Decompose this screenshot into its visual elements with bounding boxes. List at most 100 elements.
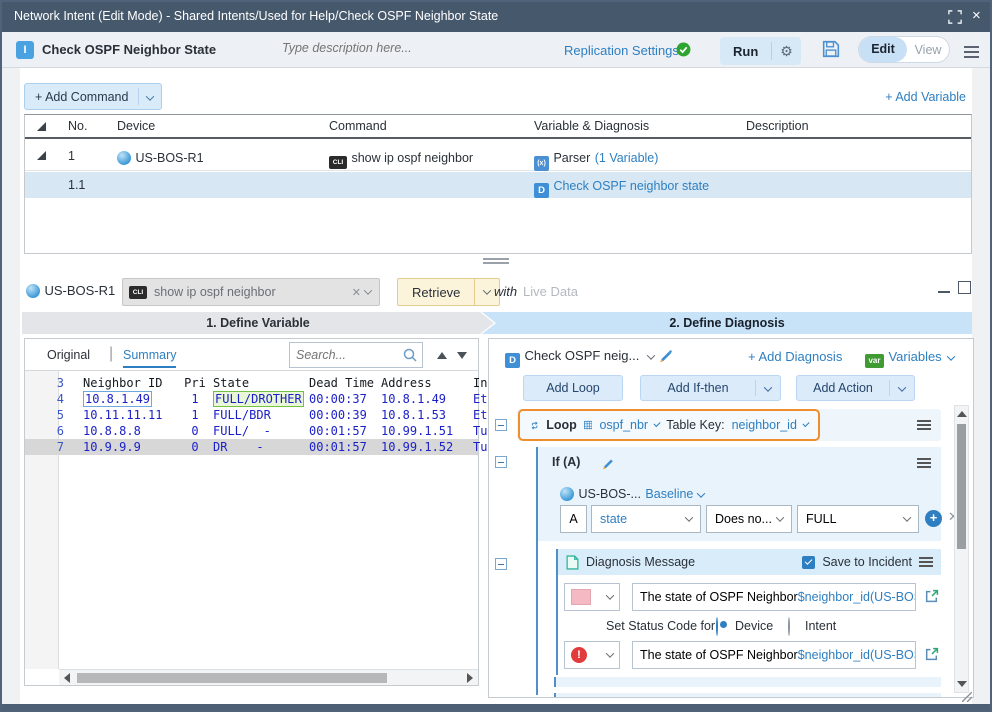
add-diagnosis-link[interactable]: + Add Diagnosis xyxy=(748,349,842,364)
highlighted-state-value[interactable]: FULL/DROTHER xyxy=(213,391,304,407)
add-action-button[interactable]: Add Action xyxy=(796,375,915,401)
diagnosis-icon: D xyxy=(534,183,549,198)
run-button[interactable]: Run xyxy=(720,44,771,59)
scroll-down-icon[interactable] xyxy=(957,681,967,687)
table-row[interactable]: 1 US-BOS-R1 CLI show ip ospf neighbor (x… xyxy=(25,141,971,171)
edit-diagnosis-pencil-icon[interactable] xyxy=(657,348,672,363)
table-key-select[interactable]: neighbor_id xyxy=(732,418,797,432)
vertical-scrollbar[interactable] xyxy=(954,405,969,693)
if-menu-icon[interactable] xyxy=(917,456,931,470)
baseline-select[interactable]: Baseline xyxy=(645,487,693,501)
tab-summary[interactable]: Summary xyxy=(123,348,176,368)
status-message-input[interactable]: The state of OSPF Neighbor $neighbor_id(… xyxy=(632,641,916,669)
save-to-incident-label: Save to Incident xyxy=(822,555,912,569)
col-description: Description xyxy=(746,119,809,133)
close-icon[interactable]: × xyxy=(972,7,981,24)
table-key-chevron-icon[interactable] xyxy=(802,420,809,427)
add-if-then-chevron-icon[interactable] xyxy=(756,381,780,395)
collapse-all-icon[interactable] xyxy=(37,122,46,131)
diagnosis-message-block: Diagnosis Message Save to Incident The s… xyxy=(556,549,941,675)
restore-section-icon[interactable] xyxy=(958,281,971,294)
condition-operator-select[interactable]: Does no... xyxy=(706,505,792,533)
save-to-incident-checkbox[interactable] xyxy=(802,556,815,569)
diagnosis-link[interactable]: Check OSPF neighbor state xyxy=(553,179,709,193)
scrollbar-thumb[interactable] xyxy=(957,424,966,549)
status-code-select[interactable]: ! xyxy=(564,641,620,669)
intent-radio[interactable] xyxy=(788,617,790,636)
horizontal-scrollbar[interactable] xyxy=(59,669,478,685)
col-device: Device xyxy=(117,119,155,133)
loop-table-select[interactable]: ospf_nbr xyxy=(599,418,648,432)
scroll-left-icon[interactable] xyxy=(64,673,70,683)
output-line[interactable]: 5 10.11.11.11 1 FULL/BDR 00:00:39 10.8.1… xyxy=(25,407,478,423)
device-icon xyxy=(117,151,131,165)
condition-value-select[interactable]: FULL xyxy=(797,505,919,533)
collapse-if-icon[interactable] xyxy=(495,456,507,468)
search-icon[interactable] xyxy=(402,347,418,363)
retrieve-button[interactable]: Retrieve xyxy=(398,285,474,300)
save-icon[interactable] xyxy=(822,40,840,58)
variables-menu[interactable]: Variables xyxy=(888,349,941,364)
message-input[interactable]: The state of OSPF Neighbor $neighbor_id(… xyxy=(632,583,916,611)
table-row-selected[interactable]: 1.1 D Check OSPF neighbor state xyxy=(25,172,971,198)
splitter-handle[interactable] xyxy=(483,258,509,264)
row-expand-icon[interactable] xyxy=(37,151,46,160)
address-value: 10.8.1.53 xyxy=(381,407,473,423)
output-line[interactable]: 4 10.8.1.49 1 FULL/DROTHER 00:00:37 10.8… xyxy=(25,391,478,407)
expand-status-message-icon[interactable] xyxy=(924,647,939,662)
add-loop-button[interactable]: Add Loop xyxy=(523,375,623,401)
add-command-button[interactable]: + Add Command xyxy=(24,83,162,110)
selected-variable-value[interactable]: 10.8.1.49 xyxy=(83,391,152,407)
command-value: show ip ospf neighbor xyxy=(147,285,348,299)
find-next-icon[interactable] xyxy=(457,352,467,359)
collapse-loop-icon[interactable] xyxy=(495,419,507,431)
severity-color-select[interactable] xyxy=(564,583,620,611)
diagnosis-selector-chevron-icon[interactable] xyxy=(647,351,655,359)
edit-if-pencil-icon[interactable] xyxy=(600,456,614,470)
parser-variable-count[interactable]: (1 Variable) xyxy=(595,151,659,165)
minimize-section-icon[interactable] xyxy=(938,291,950,293)
line-number: 3 xyxy=(25,375,71,391)
search-input[interactable] xyxy=(290,348,402,362)
variables-chevron-icon[interactable] xyxy=(947,352,955,360)
condition-variable-select[interactable]: state xyxy=(591,505,701,533)
output-line[interactable]: 6 10.8.8.8 0 FULL/ - 00:01:57 10.99.1.51… xyxy=(25,423,478,439)
parser-label[interactable]: Parser xyxy=(553,151,590,165)
loop-menu-icon[interactable] xyxy=(917,418,931,432)
add-variable-link[interactable]: + Add Variable xyxy=(885,90,966,104)
scrollbar-thumb[interactable] xyxy=(77,673,387,683)
condition-id-box: A xyxy=(560,505,587,533)
command-input[interactable]: CLI show ip ospf neighbor ✕ xyxy=(122,278,380,306)
status-message-text: The state of OSPF Neighbor xyxy=(640,648,798,662)
output-line-selected[interactable]: 7 10.9.9.9 0 DR - 00:01:57 10.99.1.52 Tu… xyxy=(25,439,478,455)
find-previous-icon[interactable] xyxy=(437,352,447,359)
loop-row[interactable]: Loop ospf_nbr Table Key: neighbor_id xyxy=(517,409,941,441)
add-if-then-button[interactable]: Add If-then xyxy=(640,375,781,401)
scroll-up-icon[interactable] xyxy=(957,411,967,417)
scroll-right-icon[interactable] xyxy=(467,673,473,683)
add-condition-icon[interactable]: + xyxy=(925,510,942,527)
baseline-chevron-icon[interactable] xyxy=(697,489,705,497)
run-settings-gear-icon[interactable]: ⚙ xyxy=(772,43,801,60)
clear-command-icon[interactable]: ✕ xyxy=(348,286,365,299)
add-action-chevron-icon[interactable] xyxy=(890,381,914,395)
loop-table-chevron-icon[interactable] xyxy=(654,420,661,427)
add-command-chevron-icon[interactable] xyxy=(139,88,161,106)
maximize-icon[interactable] xyxy=(948,10,962,24)
expand-message-icon[interactable] xyxy=(924,589,939,604)
edit-toggle[interactable]: Edit xyxy=(859,37,907,62)
with-label: with xyxy=(494,284,517,299)
view-toggle[interactable]: View xyxy=(907,43,949,57)
description-input[interactable] xyxy=(282,41,482,55)
menu-icon[interactable] xyxy=(964,43,979,61)
replication-settings-link[interactable]: Replication Settings xyxy=(564,43,679,58)
device-radio[interactable] xyxy=(716,617,718,636)
resize-grip[interactable] xyxy=(962,692,972,702)
pri-value: 0 xyxy=(177,439,213,455)
message-menu-icon[interactable] xyxy=(919,555,933,569)
command-dropdown-icon[interactable] xyxy=(364,286,372,294)
collapse-message-icon[interactable] xyxy=(495,558,507,570)
diagnosis-selector[interactable]: Check OSPF neig... xyxy=(524,348,639,363)
tab-original[interactable]: Original xyxy=(47,348,90,362)
state-value: FULL/ - xyxy=(213,423,309,439)
